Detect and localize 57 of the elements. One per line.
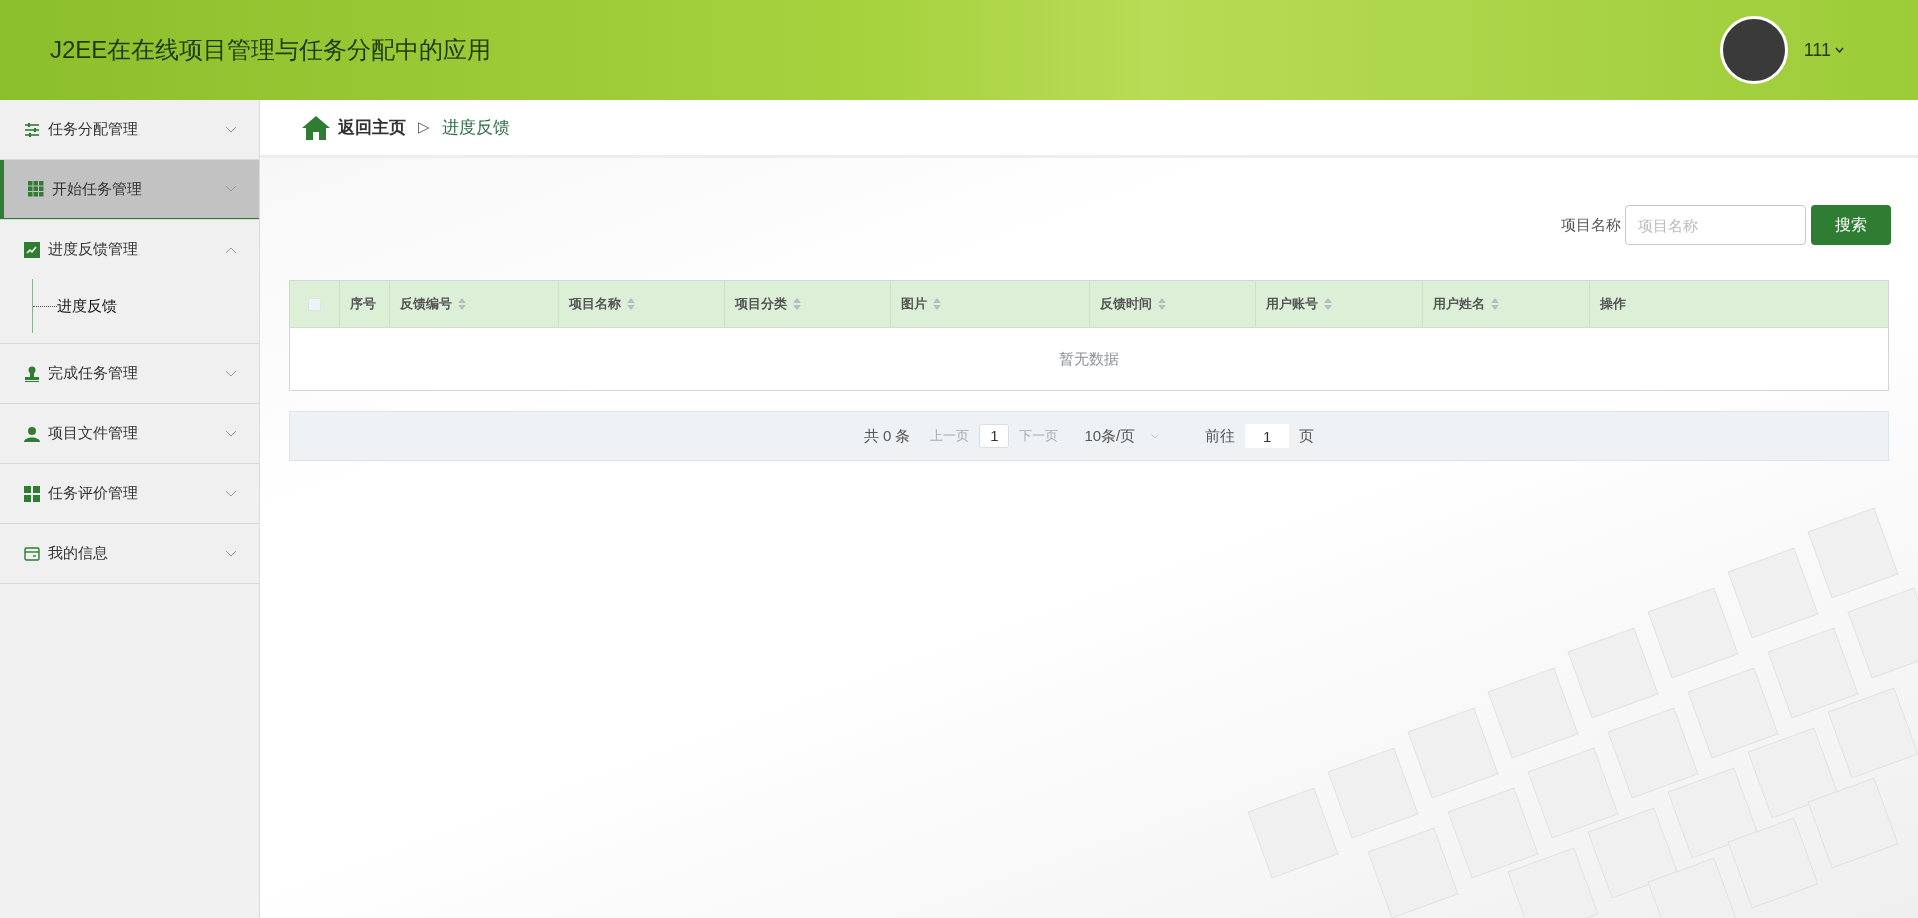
column-header: 序号 [340, 281, 390, 327]
card-icon [24, 545, 40, 562]
dashboard-icon [24, 485, 40, 502]
sliders-icon [24, 121, 40, 138]
sort-icon[interactable] [793, 298, 801, 310]
sort-icon[interactable] [627, 298, 635, 310]
column-header: 反馈编号 [390, 281, 559, 327]
sort-icon[interactable] [933, 298, 941, 310]
column-header: 用户账号 [1256, 281, 1423, 327]
search-field[interactable]: 项目名称 [1625, 205, 1806, 245]
column-header: 图片 [891, 281, 1090, 327]
sidebar-item[interactable]: 项目文件管理 [0, 404, 259, 463]
user-icon [24, 425, 40, 442]
home-icon[interactable] [302, 115, 330, 140]
chevron-down-icon [225, 489, 237, 498]
chevron-down-icon [1151, 433, 1160, 439]
page-number-button[interactable]: 1 [979, 424, 1010, 448]
breadcrumb-separator: ▷ [418, 117, 430, 138]
total-count: 共 0 条 [863, 425, 911, 446]
sidebar-item[interactable]: 完成任务管理 [0, 344, 259, 403]
sidebar-item[interactable]: 开始任务管理 [0, 160, 259, 219]
sidebar-item[interactable]: 任务评价管理 [0, 464, 259, 523]
chevron-down-icon [225, 185, 237, 193]
column-header: 项目分类 [725, 281, 891, 327]
user-menu[interactable]: 111 [1803, 36, 1844, 64]
stamp-icon [24, 365, 40, 382]
column-header: 用户姓名 [1423, 281, 1590, 327]
sort-icon[interactable] [1324, 298, 1332, 310]
goto-suffix: 页 [1299, 425, 1315, 446]
sort-icon[interactable] [458, 298, 466, 310]
sidebar-item[interactable]: 任务分配管理 [0, 100, 259, 159]
chevron-down-icon [225, 125, 237, 134]
sidebar-item[interactable]: 进度反馈管理 [0, 220, 259, 279]
home-link[interactable]: 返回主页 [338, 114, 406, 141]
column-header: 项目名称 [559, 281, 725, 327]
goto-label: 前往 [1205, 425, 1236, 446]
page-size-select[interactable]: 10条/页 [1084, 424, 1160, 448]
grid-icon [28, 181, 44, 197]
sidebar-item[interactable]: 我的信息 [0, 524, 259, 583]
chevron-up-icon [225, 245, 237, 254]
goto-page-field[interactable]: 1 [1245, 424, 1290, 448]
sort-icon[interactable] [1491, 298, 1499, 310]
sidebar-subitem[interactable]: 进度反馈 [57, 294, 117, 318]
chart-icon [24, 241, 40, 258]
search-button[interactable]: 搜索 [1811, 205, 1891, 245]
column-header: 反馈时间 [1090, 281, 1256, 327]
column-header: 操作 [1599, 295, 1627, 314]
sort-icon[interactable] [1158, 298, 1166, 310]
chevron-down-icon [225, 369, 237, 378]
caret-icon [1835, 47, 1844, 53]
empty-text: 暂无数据 [1059, 348, 1119, 369]
app-title: J2EE在在线项目管理与任务分配中的应用 [50, 35, 492, 65]
breadcrumb-current: 进度反馈 [442, 116, 510, 139]
chevron-down-icon [225, 549, 237, 558]
search-label: 项目名称 [1561, 214, 1621, 235]
chevron-down-icon [225, 429, 237, 438]
select-all-checkbox[interactable] [308, 297, 321, 311]
